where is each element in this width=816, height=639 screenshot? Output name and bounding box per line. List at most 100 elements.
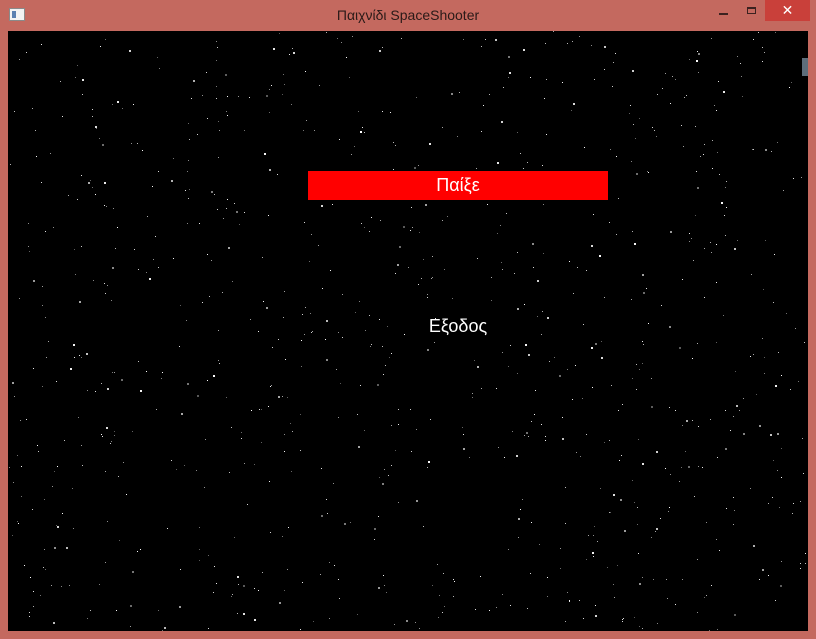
star bbox=[463, 434, 464, 435]
star bbox=[393, 142, 394, 143]
menu-item-exit[interactable]: Εξοδος bbox=[308, 312, 608, 341]
star bbox=[418, 284, 419, 285]
maximize-button[interactable] bbox=[738, 0, 764, 21]
star bbox=[341, 42, 342, 43]
star bbox=[73, 528, 74, 529]
star bbox=[171, 460, 172, 461]
star bbox=[520, 153, 521, 154]
star bbox=[647, 171, 648, 172]
star bbox=[800, 501, 801, 502]
star bbox=[42, 305, 43, 306]
star bbox=[656, 528, 658, 530]
close-button[interactable]: ✕ bbox=[765, 0, 810, 21]
star bbox=[390, 112, 391, 113]
scroll-handle[interactable] bbox=[802, 58, 808, 76]
star bbox=[654, 130, 655, 131]
star bbox=[562, 82, 563, 83]
star bbox=[619, 460, 620, 461]
star bbox=[586, 559, 587, 560]
star bbox=[81, 357, 82, 358]
star bbox=[398, 409, 399, 410]
star bbox=[357, 414, 358, 415]
star bbox=[489, 94, 490, 95]
star bbox=[57, 466, 58, 467]
title-bar[interactable]: Παιχνίδι SpaceShooter ✕ bbox=[0, 0, 816, 31]
star bbox=[497, 162, 499, 164]
star bbox=[95, 126, 97, 128]
star bbox=[90, 610, 91, 611]
star bbox=[395, 145, 396, 146]
star bbox=[622, 619, 623, 620]
star bbox=[45, 317, 46, 318]
star bbox=[462, 427, 463, 428]
star bbox=[403, 226, 405, 228]
star bbox=[391, 425, 392, 426]
star bbox=[20, 420, 21, 421]
star bbox=[530, 573, 531, 574]
star bbox=[549, 361, 550, 362]
star bbox=[683, 146, 684, 147]
star bbox=[66, 547, 68, 549]
star bbox=[241, 438, 242, 439]
star bbox=[539, 544, 540, 545]
star bbox=[609, 512, 610, 513]
star bbox=[391, 465, 392, 466]
star bbox=[554, 357, 555, 358]
star bbox=[288, 527, 289, 528]
star bbox=[270, 386, 271, 387]
star bbox=[615, 53, 616, 54]
star bbox=[795, 328, 796, 329]
star bbox=[480, 576, 481, 577]
star bbox=[29, 616, 30, 617]
star bbox=[504, 457, 505, 458]
star bbox=[631, 161, 632, 162]
star bbox=[698, 426, 699, 427]
star bbox=[209, 296, 210, 297]
star bbox=[497, 233, 498, 234]
maximize-icon bbox=[746, 7, 756, 14]
star bbox=[26, 419, 27, 420]
menu-item-play[interactable]: Παίξε bbox=[308, 171, 608, 200]
star bbox=[800, 563, 801, 564]
star bbox=[9, 467, 10, 468]
star bbox=[313, 621, 314, 622]
star bbox=[284, 451, 285, 452]
star bbox=[593, 214, 594, 215]
star bbox=[262, 257, 263, 258]
star bbox=[427, 297, 428, 298]
star bbox=[269, 112, 270, 113]
star bbox=[622, 404, 623, 405]
star bbox=[750, 488, 751, 489]
minimize-button[interactable] bbox=[710, 0, 736, 21]
star bbox=[657, 94, 658, 95]
star bbox=[609, 222, 610, 223]
star bbox=[618, 198, 619, 199]
star bbox=[33, 280, 35, 282]
game-canvas[interactable]: Παίξε Εξοδος bbox=[8, 31, 808, 631]
star bbox=[697, 187, 699, 189]
star bbox=[121, 379, 123, 381]
star bbox=[41, 44, 42, 45]
star bbox=[702, 467, 703, 468]
star bbox=[229, 472, 230, 473]
star bbox=[184, 465, 185, 466]
star bbox=[546, 134, 547, 135]
star bbox=[300, 629, 301, 630]
star bbox=[112, 267, 114, 269]
star bbox=[522, 499, 523, 500]
star bbox=[610, 149, 611, 150]
star bbox=[69, 585, 70, 586]
star bbox=[643, 292, 645, 294]
star bbox=[219, 130, 220, 131]
star bbox=[12, 535, 13, 536]
star bbox=[463, 448, 465, 450]
star bbox=[32, 108, 33, 109]
star bbox=[725, 235, 726, 236]
star bbox=[74, 357, 75, 358]
star bbox=[54, 471, 55, 472]
star bbox=[537, 280, 539, 282]
star bbox=[523, 49, 525, 51]
star bbox=[579, 600, 580, 601]
star bbox=[14, 396, 15, 397]
star bbox=[670, 474, 671, 475]
